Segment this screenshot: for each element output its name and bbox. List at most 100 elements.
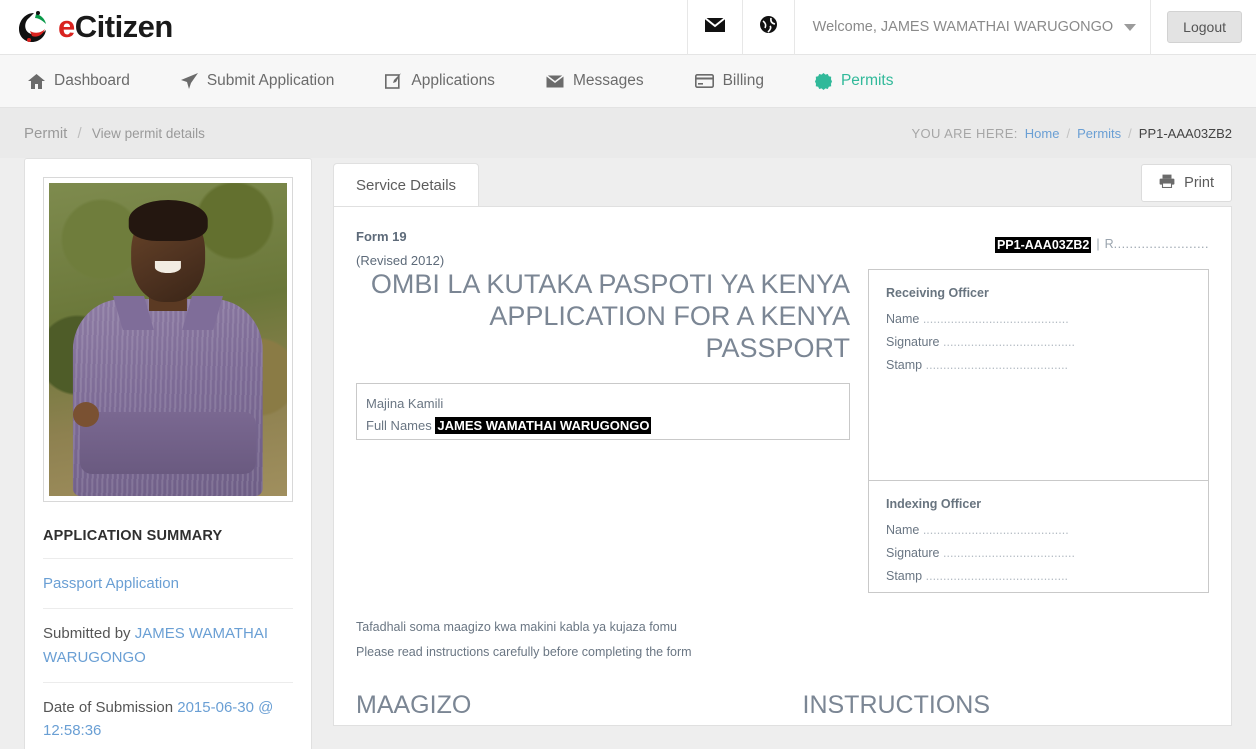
instructions-sections: MAAGIZO 1. Maelezo: Tafadhali ufahamu vy… [356,691,1210,725]
trail-link-home[interactable]: Home [1025,126,1060,141]
form-number: Form 19 [356,229,407,244]
breadcrumb-separator: / [77,124,82,142]
logout-button[interactable]: Logout [1167,11,1242,43]
ref-prefix: R [1104,237,1114,251]
form-reference: PP1-AAA03ZB2 | R .......................… [994,225,1209,273]
nav-label-dashboard: Dashboard [54,72,130,89]
passport-application-link[interactable]: Passport Application [43,575,179,592]
printer-icon [1159,174,1175,192]
ecitizen-emblem-icon [14,7,54,47]
indexing-officer-name-row: Name ...................................… [886,523,1191,537]
date-of-submission-label: Date of Submission [43,698,174,716]
nav-item-applications[interactable]: Applications [385,72,495,90]
brand-citizen-text: Citizen [74,9,174,44]
receiving-officer-signature-row: Signature ..............................… [886,335,1191,349]
instructions-heading: INSTRUCTIONS [802,691,991,720]
read-note-swahili: Tafadhali soma maagizo kwa makini kabla … [356,620,677,635]
messages-icon-button[interactable] [686,0,742,55]
applicant-photo-frame [43,177,293,502]
top-header-bar: eCitizen Welcome, JAMES WAMATHAI WARUGON… [0,0,1256,55]
submitted-by-label: Submitted by [43,625,131,643]
breadcrumb-root: Permit [24,124,68,142]
read-note-english: Please read instructions carefully befor… [356,645,692,660]
tab-strip: Service Details Print [333,158,1232,206]
photo-hair [128,200,208,241]
receiving-signature-dots: ...................................... [943,335,1075,350]
tab-service-details[interactable]: Service Details [333,163,480,206]
print-button[interactable]: Print [1141,164,1232,202]
form-meta: Form 19 (Revised 2012) [356,225,444,273]
nav-item-dashboard[interactable]: Dashboard [28,72,130,90]
applicant-photo [49,183,287,496]
gear-badge-icon [814,72,832,90]
you-are-here-trail: YOU ARE HERE: Home / Permits / PP1-AAA03… [911,126,1232,141]
receiving-officer-box: Receiving Officer Name .................… [868,269,1209,482]
header-right-cluster: Welcome, JAMES WAMATHAI WARUGONGO Logout [686,0,1256,55]
receiving-officer-name-row: Name ...................................… [886,312,1191,326]
title-column: OMBI LA KUTAKA PASPOTI YA KENYA APPLICAT… [356,269,868,593]
chevron-down-icon [1124,23,1137,31]
form-header: Form 19 (Revised 2012) PP1-AAA03ZB2 | R … [356,225,1209,273]
receiving-stamp-label: Stamp [886,358,923,373]
indexing-officer-title: Indexing Officer [886,497,982,512]
receiving-officer-stamp-row: Stamp ..................................… [886,358,1191,372]
user-menu[interactable]: Welcome, JAMES WAMATHAI WARUGONGO [793,0,1151,55]
indexing-name-dots: ........................................… [922,523,1069,538]
service-details-panel: Form 19 (Revised 2012) PP1-AAA03ZB2 | R … [333,206,1232,726]
form-title-english: APPLICATION FOR A KENYA PASSPORT [489,300,850,363]
indexing-officer-box: Indexing Officer Name ..................… [868,481,1209,594]
read-note-row: Tafadhali soma maagizo kwa makini kabla … [356,593,1209,665]
trail-current-permit-id: PP1-AAA03ZB2 [1138,125,1232,141]
you-are-here-label: YOU ARE HERE: [911,125,1018,141]
nav-item-messages[interactable]: Messages [545,72,644,90]
names-row: Full Names JAMES WAMATHAI WARUGONGO [366,415,840,438]
trail-link-permits[interactable]: Permits [1077,126,1121,141]
application-summary-card: APPLICATION SUMMARY Passport Application… [24,158,312,749]
photo-hand [72,402,99,428]
summary-row-date: Date of Submission 2015-06-30 @ 12:58:36 [43,681,293,749]
main-navigation: Dashboard Submit Application Application… [0,55,1256,108]
photo-folded-arms [79,411,257,475]
names-label-swahili: Majina Kamili [366,395,444,411]
logout-cell: Logout [1150,0,1256,55]
globe-icon [759,15,778,39]
envelope-icon [545,74,564,88]
nav-label-messages: Messages [572,72,644,89]
maagizo-section: MAAGIZO 1. Maelezo: Tafadhali ufahamu vy… [356,691,785,725]
form-title-swahili: OMBI LA KUTAKA PASPOTI YA KENYA [370,269,850,300]
nav-label-billing: Billing [722,72,764,89]
summary-row-service: Passport Application [43,558,293,608]
welcome-text: Welcome, JAMES WAMATHAI WARUGONGO [812,19,1114,35]
full-names-value: JAMES WAMATHAI WARUGONGO [435,417,652,435]
edit-square-icon [385,73,402,89]
nav-label-permits: Permits [840,72,894,89]
title-and-officer-row: OMBI LA KUTAKA PASPOTI YA KENYA APPLICAT… [356,269,1209,594]
indexing-signature-label: Signature [886,546,940,561]
receiving-name-label: Name [886,312,920,327]
nav-item-permits[interactable]: Permits [814,72,894,90]
indexing-name-label: Name [886,523,920,538]
indexing-officer-signature-row: Signature ..............................… [886,546,1191,560]
summary-heading: APPLICATION SUMMARY [43,528,223,544]
breadcrumb: Permit / View permit details [24,125,205,142]
read-note-column: Tafadhali soma maagizo kwa makini kabla … [356,593,868,665]
page-body: APPLICATION SUMMARY Passport Application… [0,158,1256,749]
receiving-signature-label: Signature [886,335,940,350]
brand-title: eCitizen [58,9,173,45]
home-icon [28,73,45,89]
form-title-block: OMBI LA KUTAKA PASPOTI YA KENYA APPLICAT… [356,269,868,365]
main-content-column: Service Details Print Form 19 (Revised 2… [333,158,1232,749]
read-instructions-note: Tafadhali soma maagizo kwa makini kabla … [356,615,868,665]
nav-item-submit-application[interactable]: Submit Application [180,72,334,90]
trail-separator-1: / [1066,125,1071,141]
instructions-section: INSTRUCTIONS 1. Instructions. Kindly not… [785,691,1210,725]
language-globe-button[interactable] [741,0,794,55]
indexing-officer-stamp-row: Stamp ..................................… [886,569,1191,583]
brand-logo[interactable]: eCitizen [0,7,173,47]
ref-dotted-line: ........................ [1113,237,1209,251]
summary-row-submitted-by: Submitted by JAMES WAMATHAI WARUGONGO [43,608,293,682]
nav-item-billing[interactable]: Billing [694,72,764,90]
indexing-stamp-dots: ........................................… [925,569,1069,584]
envelope-icon [704,16,726,38]
indexing-signature-dots: ...................................... [943,546,1075,561]
